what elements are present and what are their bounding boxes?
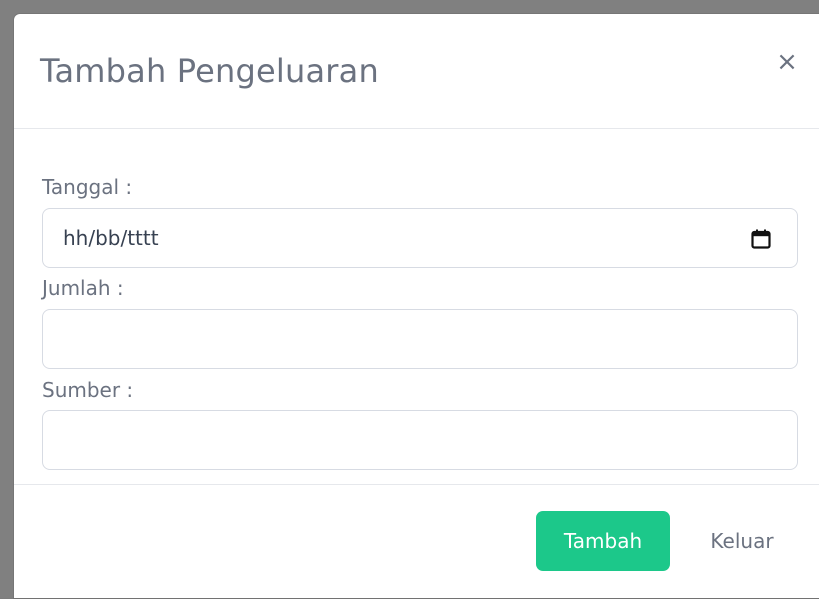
keluar-button[interactable]: Keluar [692,511,792,571]
tanggal-date-input[interactable]: hh/bb/tttt [42,208,798,268]
modal-header: Tambah Pengeluaran × [14,14,819,129]
jumlah-input[interactable] [42,309,798,369]
tanggal-label: Tanggal : [42,175,133,199]
close-icon[interactable]: × [775,49,799,75]
modal-title: Tambah Pengeluaran [40,52,379,90]
sumber-input[interactable] [42,410,798,470]
sumber-label: Sumber : [42,378,134,402]
jumlah-label: Jumlah : [42,276,124,300]
tambah-button[interactable]: Tambah [536,511,670,571]
modal-body: Tanggal : hh/bb/tttt Jumlah : Sumber : [14,129,819,484]
modal-footer: Tambah Keluar [14,484,819,599]
calendar-icon[interactable] [751,229,771,249]
tanggal-placeholder: hh/bb/tttt [63,226,159,250]
add-expense-modal: Tambah Pengeluaran × Tanggal : hh/bb/ttt… [14,14,819,598]
